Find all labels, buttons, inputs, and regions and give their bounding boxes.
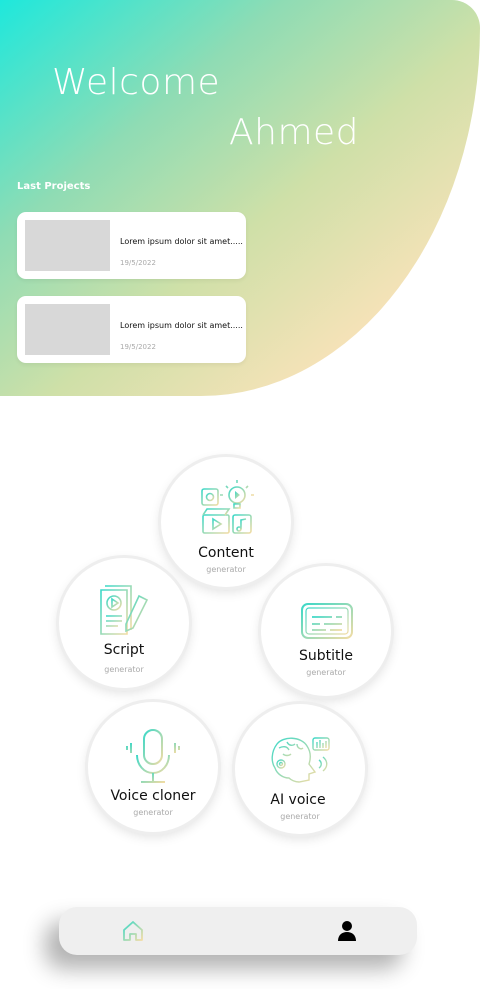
home-icon[interactable] xyxy=(121,919,145,943)
section-title-last-projects: Last Projects xyxy=(17,181,91,192)
bottom-nav-bar xyxy=(59,907,417,955)
project-card[interactable]: Lorem ipsum dolor sit amet..... 19/5/202… xyxy=(17,212,246,279)
script-sublabel: generator xyxy=(104,665,144,674)
ai-voice-label: AI voice xyxy=(270,792,326,808)
header-hero: Welcome Ahmed Last Projects Lorem ipsum … xyxy=(0,0,480,396)
content-generator-button[interactable]: Content generator xyxy=(161,457,291,587)
voice-cloner-button[interactable]: Voice cloner generator xyxy=(88,702,218,832)
user-name: Ahmed xyxy=(229,112,360,153)
content-sublabel: generator xyxy=(206,565,246,574)
subtitle-sublabel: generator xyxy=(306,668,346,677)
project-date: 19/5/2022 xyxy=(120,343,156,351)
robot-head-voice-icon xyxy=(271,737,330,783)
script-generator-button[interactable]: Script generator xyxy=(59,558,189,688)
ai-voice-button[interactable]: AI voice generator xyxy=(235,704,365,834)
project-card[interactable]: Lorem ipsum dolor sit amet..... 19/5/202… xyxy=(17,296,246,363)
script-document-icon xyxy=(100,585,149,635)
script-label: Script xyxy=(103,642,145,658)
content-media-icon xyxy=(201,480,254,534)
project-title: Lorem ipsum dolor sit amet..... xyxy=(120,237,243,246)
voice-cloner-label: Voice cloner xyxy=(110,788,196,804)
user-icon[interactable] xyxy=(337,920,357,942)
project-thumbnail xyxy=(25,304,110,355)
subtitle-icon xyxy=(301,603,353,639)
voice-cloner-sublabel: generator xyxy=(133,808,173,817)
subtitle-generator-button[interactable]: Subtitle generator xyxy=(261,566,391,696)
ai-voice-sublabel: generator xyxy=(280,812,320,821)
subtitle-label: Subtitle xyxy=(298,648,354,664)
project-date: 19/5/2022 xyxy=(120,259,156,267)
content-label: Content xyxy=(198,545,254,561)
project-title: Lorem ipsum dolor sit amet..... xyxy=(120,321,243,330)
welcome-text: Welcome xyxy=(52,62,221,103)
project-thumbnail xyxy=(25,220,110,271)
microphone-icon xyxy=(126,729,180,783)
